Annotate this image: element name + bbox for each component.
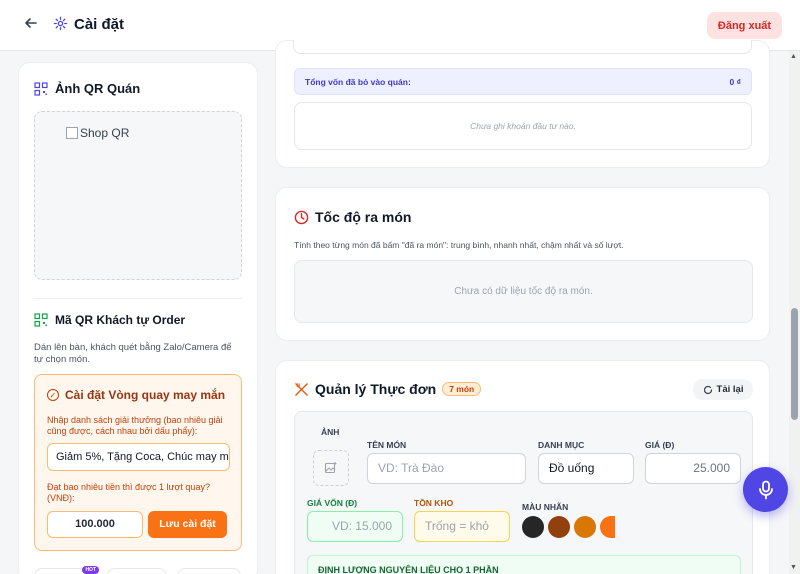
total-capital-value: 0 ₫ [729,76,741,87]
capital-empty-state: Chưa ghi khoản đầu tư nào. [294,102,752,150]
dish-name-input[interactable]: VD: Trà Đào [367,453,526,484]
ingredient-section[interactable]: ĐỊNH LƯỢNG NGUYÊN LIỆU CHO 1 PHẦN [307,555,741,574]
cost-input[interactable]: VD: 15.000 [307,511,403,542]
label-color-label: MÀU NHÃN [522,502,569,512]
color-swatch[interactable] [548,516,570,538]
customer-qr-title: Mã QR Khách tự Order [55,313,186,327]
dish-name-label: TÊN MÓN [367,440,407,450]
price-input[interactable]: 25.000 [645,453,741,484]
color-swatch[interactable] [574,516,596,538]
dish-name-placeholder: VD: Trà Đào [378,461,445,475]
add-dish-form: ẢNH TÊN MÓN VD: Trà Đào DANH MỤC Đồ uống… [294,411,753,574]
save-settings-button[interactable]: Lưu cài đặt [148,511,227,538]
cost-label: GIÁ VỐN (Đ) [307,498,358,508]
scroll-up-arrow-icon[interactable]: ▲ [790,53,797,60]
scrollbar-thumb[interactable] [791,308,798,420]
reload-button[interactable]: Tải lại [693,379,753,400]
customer-qr-heading: Mã QR Khách tự Order [34,313,185,327]
shop-qr-image: Shop QR [66,126,129,140]
scroll-down-arrow-icon[interactable]: ▼ [790,564,797,571]
stock-label: TỒN KHO [414,498,454,508]
left-settings-card: Ảnh QR Quán Shop QR Mã QR Khách tự Order… [18,62,258,574]
serving-speed-empty-state: Chưa có dữ liệu tốc độ ra món. [294,260,753,323]
color-swatch[interactable] [600,516,615,538]
lucky-spin-heading: ✓ Cài đặt Vòng quay may mắn [47,388,225,402]
clock-icon [294,210,309,224]
serving-speed-title: Tốc độ ra món [315,209,412,225]
menu-title: Quản lý Thực đơn [315,381,437,397]
shop-qr-heading: Ảnh QR Quán [34,81,140,96]
price-label: GIÁ (Đ) [645,440,675,450]
page-title: Cài đặt [74,16,125,33]
check-circle-icon: ✓ [47,389,59,401]
customer-qr-description: Dán lên bàn, khách quét bằng Zalo/Camera… [34,342,232,365]
threshold-input[interactable]: 100.000 [47,511,143,538]
option-chip[interactable] [177,568,241,574]
stock-input[interactable]: Trống = khỏ [414,511,510,542]
color-swatch[interactable] [522,516,544,538]
broken-image-icon [66,127,78,139]
stock-placeholder: Trống = khỏ [425,519,489,533]
reload-label: Tải lại [716,384,744,395]
menu-management-card: Quản lý Thực đơn 7 món Tải lại ẢNH TÊN M… [275,360,770,574]
serving-speed-description: Tính theo từng món đã bấm "đã ra món": t… [294,240,624,250]
category-label: DANH MỤC [538,440,585,450]
lucky-spin-title: Cài đặt Vòng quay may mắn [65,388,226,402]
back-arrow-icon[interactable] [24,16,42,34]
shop-qr-image-alt: Shop QR [80,126,130,140]
refresh-icon [703,385,712,394]
add-image-icon [324,462,337,474]
total-capital-label: Tổng vốn đã bỏ vào quán: [305,76,411,87]
threshold-label: Đạt bao nhiêu tiền thì được 1 lượt quay?… [47,482,210,503]
logout-button[interactable]: Đăng xuất [707,12,782,39]
utensils-icon [295,382,308,396]
microphone-icon [758,480,773,499]
qr-code-icon [34,81,48,96]
option-chip[interactable] [107,568,167,574]
image-label: ẢNH [321,427,340,437]
capital-entry-row [293,40,752,54]
menu-count-badge: 7 món [442,382,482,396]
prizes-input[interactable]: Giảm 5%, Tặng Coca, Chúc may mắn [47,443,230,471]
total-capital-bar: Tổng vốn đã bỏ vào quán: 0 ₫ [294,68,752,95]
voice-input-button[interactable] [743,467,788,512]
menu-heading: Quản lý Thực đơn 7 món [294,381,482,397]
hot-badge: HOT [82,566,99,574]
divider [34,298,242,299]
gear-icon [53,16,69,32]
option-chip[interactable]: HOT [34,566,99,574]
category-select[interactable]: Đồ uống [538,453,634,484]
serving-speed-card: Tốc độ ra món Tính theo từng món đã bấm … [275,187,770,341]
prizes-label: Nhập danh sách giải thưởng (bao nhiêu gi… [47,415,223,436]
lucky-spin-settings: ✓ Cài đặt Vòng quay may mắn Nhập danh sá… [34,374,242,551]
capital-card: Tổng vốn đã bỏ vào quán: 0 ₫ Chưa ghi kh… [275,40,770,168]
shop-qr-image-box[interactable]: Shop QR [34,111,242,280]
shop-qr-title: Ảnh QR Quán [55,81,141,96]
qr-code-icon [34,313,48,327]
cost-placeholder: VD: 15.000 [331,519,392,533]
serving-speed-heading: Tốc độ ra món [294,209,411,225]
dish-image-upload[interactable] [313,450,349,486]
